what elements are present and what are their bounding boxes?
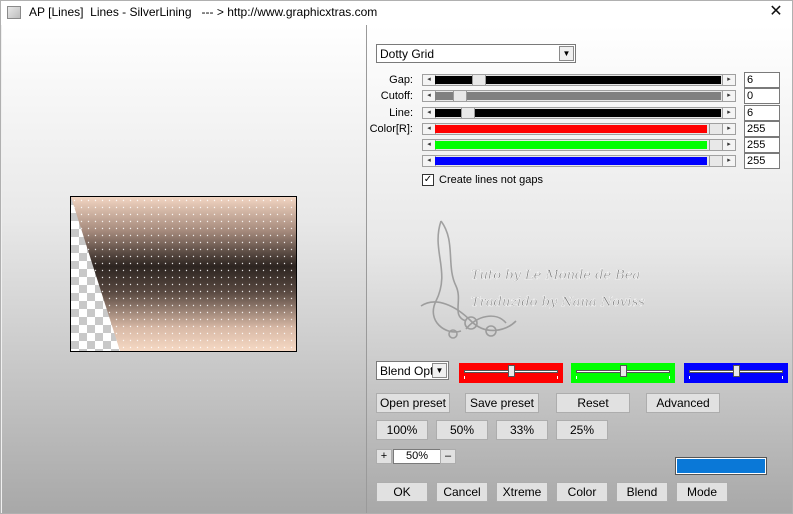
cutoff-label: Cutoff: — [380, 90, 413, 102]
cancel-button[interactable]: Cancel — [436, 482, 488, 502]
zoom-33-button[interactable]: 33% — [496, 420, 548, 440]
cutoff-value-field[interactable]: 0 — [744, 88, 780, 104]
line-slider[interactable]: ◂ ▸ — [422, 107, 736, 119]
open-preset-button[interactable]: Open preset — [376, 393, 450, 413]
slider-right-icon[interactable]: ▸ — [722, 91, 735, 101]
blue-blend-slider[interactable] — [684, 363, 788, 383]
green-blend-slider[interactable] — [571, 363, 675, 383]
slider-knob[interactable] — [619, 365, 627, 377]
ok-button[interactable]: OK — [376, 482, 428, 502]
red-blend-slider[interactable] — [459, 363, 563, 383]
zoom-25-button[interactable]: 25% — [556, 420, 608, 440]
color-button[interactable]: Color — [556, 482, 608, 502]
save-preset-button[interactable]: Save preset — [465, 393, 539, 413]
reset-button[interactable]: Reset — [556, 393, 630, 413]
advanced-button[interactable]: Advanced — [646, 393, 720, 413]
zoom-100-button[interactable]: 100% — [376, 420, 428, 440]
slider-thumb[interactable] — [709, 140, 723, 150]
slider-right-icon[interactable]: ▸ — [722, 156, 735, 166]
slider-knob[interactable] — [732, 365, 740, 377]
watermark-line-1: Tuto by Le Monde de Bea — [471, 268, 640, 283]
slider-thumb[interactable] — [472, 75, 487, 85]
create-lines-label: Create lines not gaps — [439, 174, 543, 186]
color-g-slider[interactable]: ◂ ▸ — [422, 139, 736, 151]
line-value-field[interactable]: 6 — [744, 105, 780, 121]
gap-label: Gap: — [389, 74, 413, 86]
slider-right-icon[interactable]: ▸ — [722, 140, 735, 150]
gap-value-field[interactable]: 6 — [744, 72, 780, 88]
preset-dropdown[interactable]: Dotty Grid ▼ — [376, 44, 576, 63]
chevron-down-icon[interactable]: ▼ — [559, 46, 574, 61]
zoom-in-button[interactable]: + — [376, 449, 392, 464]
slider-knob[interactable] — [507, 365, 515, 377]
color-b-value-field[interactable]: 255 — [744, 153, 780, 169]
line-label: Line: — [389, 107, 413, 119]
chevron-down-icon[interactable]: ▼ — [432, 363, 447, 378]
preview-image[interactable] — [70, 196, 297, 352]
watermark-logo: Tuto by Le Monde de Bea Traduzido by Nan… — [420, 220, 645, 339]
preview-canvas — [71, 197, 296, 351]
slider-right-icon[interactable]: ▸ — [722, 124, 735, 134]
slider-thumb[interactable] — [709, 156, 723, 166]
title-bar[interactable]: AP [Lines] Lines - SilverLining --- > ht… — [1, 1, 792, 25]
zoom-out-button[interactable]: – — [440, 449, 456, 464]
color-g-value-field[interactable]: 255 — [744, 137, 780, 153]
color-swatch[interactable] — [675, 457, 767, 475]
slider-thumb[interactable] — [453, 91, 467, 101]
color-r-value-field[interactable]: 255 — [744, 121, 780, 137]
dialog-window: AP [Lines] Lines - SilverLining --- > ht… — [0, 0, 793, 514]
color-r-label: Color[R]: — [369, 123, 413, 135]
blend-button[interactable]: Blend — [616, 482, 668, 502]
preset-dropdown-value: Dotty Grid — [380, 47, 435, 61]
cutoff-slider[interactable]: ◂ ▸ — [422, 90, 736, 102]
window-title: AP [Lines] Lines - SilverLining --- > ht… — [29, 5, 378, 19]
slider-fill — [435, 141, 707, 149]
xtreme-button[interactable]: Xtreme — [496, 482, 548, 502]
gap-slider[interactable]: ◂ ▸ — [422, 74, 736, 86]
zoom-value-field[interactable]: 50% — [393, 449, 441, 464]
slider-thumb[interactable] — [709, 124, 723, 134]
create-lines-checkbox[interactable]: ✓ — [422, 174, 434, 186]
close-icon[interactable]: ✕ — [766, 3, 786, 21]
slider-thumb[interactable] — [461, 108, 476, 118]
blend-options-dropdown[interactable]: Blend Optio ▼ — [376, 361, 449, 380]
watermark-line-2: Traduzido by Nana Noviss — [471, 295, 645, 310]
color-b-slider[interactable]: ◂ ▸ — [422, 155, 736, 167]
slider-right-icon[interactable]: ▸ — [722, 75, 735, 85]
slider-right-icon[interactable]: ▸ — [722, 108, 735, 118]
mode-button[interactable]: Mode — [676, 482, 728, 502]
slider-fill — [435, 125, 707, 133]
color-r-slider[interactable]: ◂ ▸ — [422, 123, 736, 135]
slider-fill — [435, 109, 721, 117]
app-icon — [7, 6, 21, 19]
slider-fill — [435, 157, 707, 165]
zoom-50-button[interactable]: 50% — [436, 420, 488, 440]
preview-pane — [2, 25, 367, 513]
slider-fill — [435, 92, 721, 100]
